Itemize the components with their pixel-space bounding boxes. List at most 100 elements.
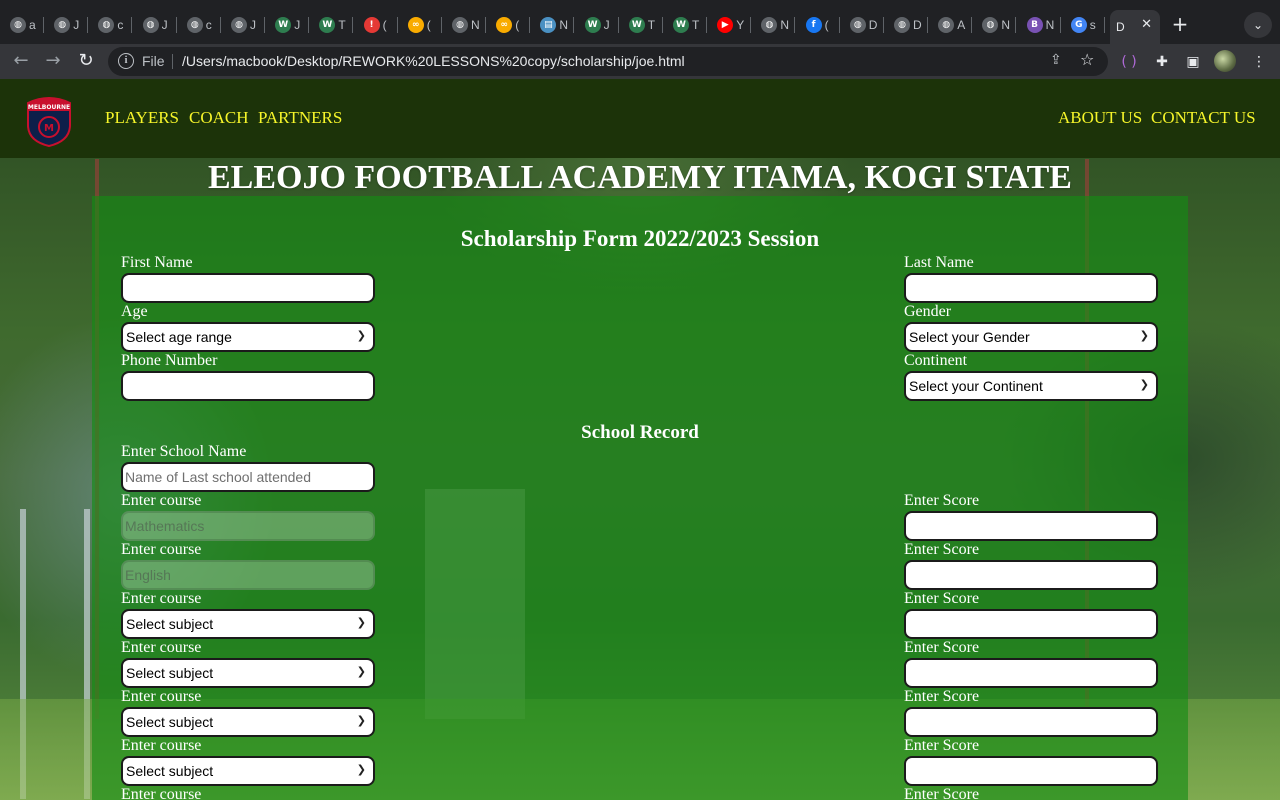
- score-label: Enter Score: [904, 590, 980, 607]
- browser-tab[interactable]: ◍ N: [976, 10, 1017, 40]
- browser-tab[interactable]: ∞(: [490, 10, 531, 40]
- globe-icon: ◍: [982, 17, 999, 33]
- gender-select[interactable]: Select your Gender ❯: [904, 322, 1158, 352]
- address-url[interactable]: /Users/macbook/Desktop/REWORK%20LESSONS%…: [182, 53, 685, 69]
- nav-link-players[interactable]: PLAYERS: [105, 108, 179, 128]
- tab-separator: [706, 17, 707, 33]
- back-arrow-icon[interactable]: ←: [8, 49, 34, 75]
- tab-separator: [308, 17, 310, 33]
- forward-arrow-icon[interactable]: →: [40, 49, 66, 75]
- browser-tab[interactable]: ◍ J: [48, 10, 89, 40]
- info-icon[interactable]: i: [118, 53, 134, 69]
- browser-tab[interactable]: WT: [667, 10, 707, 40]
- phone-number-input[interactable]: [121, 371, 375, 401]
- colab-icon: ∞: [496, 17, 513, 33]
- browser-tab[interactable]: ◍ N: [755, 10, 796, 40]
- tab-title: A: [957, 18, 966, 32]
- globe-icon: ◍: [761, 17, 778, 33]
- browser-tab[interactable]: ◍ c: [92, 10, 133, 40]
- first-name-input[interactable]: [121, 273, 375, 303]
- side-panel-icon[interactable]: ▣: [1183, 52, 1203, 72]
- browser-tab[interactable]: BN: [1021, 10, 1061, 40]
- browser-tab[interactable]: ∞(: [402, 10, 442, 40]
- last-name-input[interactable]: [904, 273, 1158, 303]
- tab-separator: [1015, 17, 1017, 33]
- course-input-english[interactable]: [121, 560, 375, 590]
- tab-search-chevron-icon[interactable]: ⌄: [1244, 12, 1272, 38]
- reload-icon[interactable]: ↻: [73, 49, 99, 75]
- profile-avatar[interactable]: [1214, 50, 1236, 72]
- colab-icon: ∞: [407, 17, 424, 33]
- puzzle-extensions-icon[interactable]: ✚: [1152, 52, 1172, 72]
- score-input[interactable]: [904, 560, 1158, 590]
- subject-select[interactable]: Select subject ❯: [121, 658, 375, 688]
- browser-tab[interactable]: ◍ a: [4, 10, 44, 40]
- new-tab-button[interactable]: +: [1168, 13, 1192, 37]
- tab-separator: [573, 17, 575, 33]
- browser-tab[interactable]: Gs: [1065, 10, 1105, 40]
- browser-tab[interactable]: ◍ A: [932, 10, 973, 40]
- browser-tab[interactable]: ▶ Y: [711, 10, 752, 40]
- scholarship-form-panel: Scholarship Form 2022/2023 Session First…: [92, 196, 1188, 800]
- address-scheme-label: File: [142, 53, 165, 69]
- browser-tab[interactable]: ◍ N: [446, 10, 486, 40]
- browser-tab[interactable]: WT: [313, 10, 354, 40]
- gender-label: Gender: [904, 303, 952, 320]
- course-input-mathematics[interactable]: [121, 511, 375, 541]
- browser-tab[interactable]: f(: [800, 10, 840, 40]
- score-label: Enter Score: [904, 737, 980, 754]
- browser-tab[interactable]: WJ: [269, 10, 310, 40]
- facebook-icon: f: [805, 17, 822, 33]
- browser-tab[interactable]: ◍ c: [181, 10, 221, 40]
- tab-separator: [352, 17, 354, 33]
- menu-kebab-icon[interactable]: ⋮: [1249, 52, 1269, 72]
- tab-separator: [1059, 17, 1061, 33]
- address-bar[interactable]: i File /Users/macbook/Desktop/REWORK%20L…: [108, 47, 1108, 76]
- tab-title: D: [868, 18, 878, 32]
- browser-toolbar: ← → ↻ i File /Users/macbook/Desktop/REWO…: [0, 44, 1280, 79]
- score-input[interactable]: [904, 658, 1158, 688]
- tab-strip: ◍ a ◍ J ◍ c ◍ J ◍ c ◍ J W J W T!(∞(◍ N ∞(▤ N W J W T W T ▶ Y ◍ Nf(◍ D…: [0, 0, 1280, 44]
- youtube-icon: ▶: [717, 17, 734, 33]
- score-input[interactable]: [904, 609, 1158, 639]
- share-icon[interactable]: ⇪: [1050, 52, 1062, 68]
- browser-tab[interactable]: ◍ J: [225, 10, 265, 40]
- active-tab[interactable]: D ✕: [1110, 10, 1160, 44]
- bookmark-star-icon[interactable]: ☆: [1080, 50, 1094, 69]
- nav-link-partners[interactable]: PARTNERS: [258, 108, 342, 128]
- browser-tab[interactable]: ◍ J: [137, 10, 177, 40]
- chevron-down-icon: ❯: [356, 329, 366, 342]
- tab-title: N: [1001, 18, 1011, 32]
- browser-tab[interactable]: ▤ N: [534, 10, 575, 40]
- close-tab-icon[interactable]: ✕: [1141, 17, 1152, 32]
- active-tab-title: D: [1116, 20, 1125, 34]
- browser-tab[interactable]: WT: [623, 10, 663, 40]
- tab-separator: [264, 17, 265, 33]
- tab-title: N: [559, 18, 569, 32]
- continent-select[interactable]: Select your Continent ❯: [904, 371, 1158, 401]
- chevron-down-icon: ❯: [356, 714, 366, 727]
- browser-tab[interactable]: !(: [358, 10, 398, 40]
- extension-colab-icon[interactable]: ( ): [1119, 52, 1139, 72]
- tab-title: a: [29, 18, 36, 32]
- tab-separator: [485, 17, 486, 33]
- browser-tab[interactable]: WJ: [579, 10, 619, 40]
- subject-select[interactable]: Select subject ❯: [121, 707, 375, 737]
- tab-title: T: [338, 18, 346, 32]
- score-input[interactable]: [904, 511, 1158, 541]
- browser-tab[interactable]: ◍ D: [888, 10, 928, 40]
- club-logo-icon[interactable]: MELBOURNE M: [24, 95, 74, 147]
- chevron-down-icon: ❯: [356, 665, 366, 678]
- subject-select[interactable]: Select subject ❯: [121, 609, 375, 639]
- score-input[interactable]: [904, 707, 1158, 737]
- subject-select[interactable]: Select subject ❯: [121, 756, 375, 786]
- nav-link-coach[interactable]: COACH: [189, 108, 249, 128]
- nav-link-contact-us[interactable]: CONTACT US: [1151, 108, 1256, 128]
- school-name-input[interactable]: [121, 462, 375, 492]
- browser-tab[interactable]: ◍ D: [844, 10, 884, 40]
- subject-select-value: Select subject: [126, 763, 214, 779]
- age-select[interactable]: Select age range ❯: [121, 322, 375, 352]
- score-input[interactable]: [904, 756, 1158, 786]
- nav-link-about-us[interactable]: ABOUT US: [1058, 108, 1142, 128]
- tab-separator: [838, 17, 840, 33]
